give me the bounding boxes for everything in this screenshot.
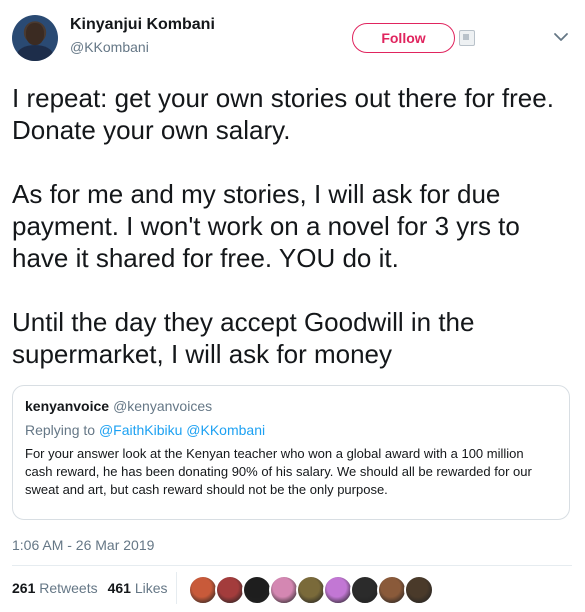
tweet-paragraph: I repeat: get your own stories out there… [12,83,554,145]
tweet-text: I repeat: get your own stories out there… [12,82,572,370]
quoted-tweet[interactable]: kenyanvoice @kenyanvoices Replying to @Fa… [12,385,570,520]
follow-button[interactable]: Follow [352,23,455,53]
retweets-label: Retweets [39,580,98,596]
liker-avatar[interactable] [242,575,272,605]
liker-avatar[interactable] [350,575,380,605]
liker-avatar[interactable] [404,575,434,605]
liker-avatar[interactable] [296,575,326,605]
quoted-author-name[interactable]: kenyanvoice [25,398,109,414]
liker-avatar[interactable] [377,575,407,605]
tweet-paragraph: Until the day they accept Goodwill in th… [12,307,475,369]
liker-avatar[interactable] [323,575,353,605]
likes-stat[interactable]: 461 Likes [108,580,168,596]
tweet-timestamp[interactable]: 1:06 AM - 26 Mar 2019 [12,537,154,553]
divider [12,565,572,566]
liker-avatar[interactable] [269,575,299,605]
retweets-count: 261 [12,580,36,596]
retweets-stat[interactable]: 261 Retweets [12,580,98,596]
author-name[interactable]: Kinyanjui Kombani [70,16,215,34]
follow-menu-icon[interactable] [459,30,475,46]
liker-avatar[interactable] [188,575,218,605]
replying-to-handles[interactable]: @FaithKibiku @KKombani [99,422,265,438]
liker-avatar[interactable] [215,575,245,605]
tweet-paragraph: As for me and my stories, I will ask for… [12,179,520,273]
likes-label: Likes [134,580,168,596]
author-avatar[interactable] [12,15,58,61]
replying-to-prefix: Replying to [25,422,96,438]
quoted-text: For your answer look at the Kenyan teach… [25,446,532,497]
author-handle[interactable]: @KKombani [70,39,149,55]
replying-to: Replying to @FaithKibiku @KKombani [25,422,557,438]
avatar-face [26,23,44,45]
quoted-author: kenyanvoice @kenyanvoices [25,398,557,416]
tweet-header: Kinyanjui Kombani @KKombani Follow [0,0,585,70]
avatar-shirt [17,45,53,61]
likes-count: 461 [107,580,131,596]
stats-divider [176,572,177,604]
quoted-author-handle[interactable]: @kenyanvoices [113,398,212,414]
chevron-down-icon[interactable] [552,28,570,46]
tweet-stats: 261 Retweets 461 Likes [12,580,168,596]
